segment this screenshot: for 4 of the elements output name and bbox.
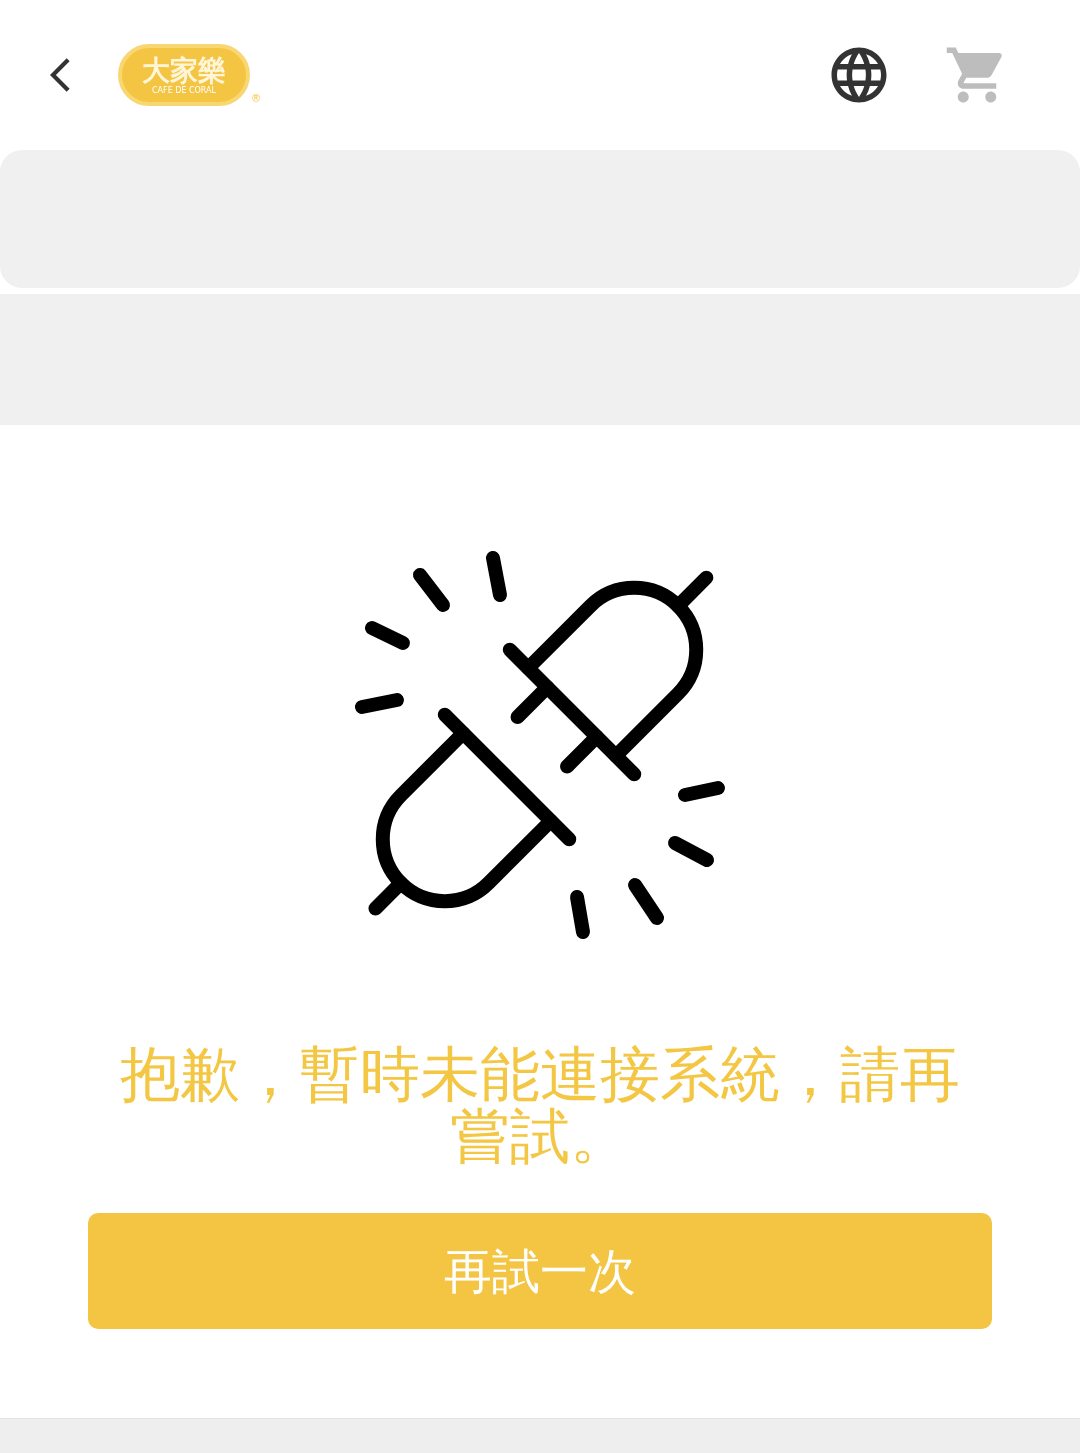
error-message: 抱歉，暫時未能連接系統，請再嘗試。 xyxy=(119,1043,961,1167)
registered-mark: ® xyxy=(251,92,261,106)
logo: 大家樂 CAFE DE CORAL xyxy=(118,44,250,106)
retry-button[interactable]: 再試一次 xyxy=(88,1213,992,1329)
